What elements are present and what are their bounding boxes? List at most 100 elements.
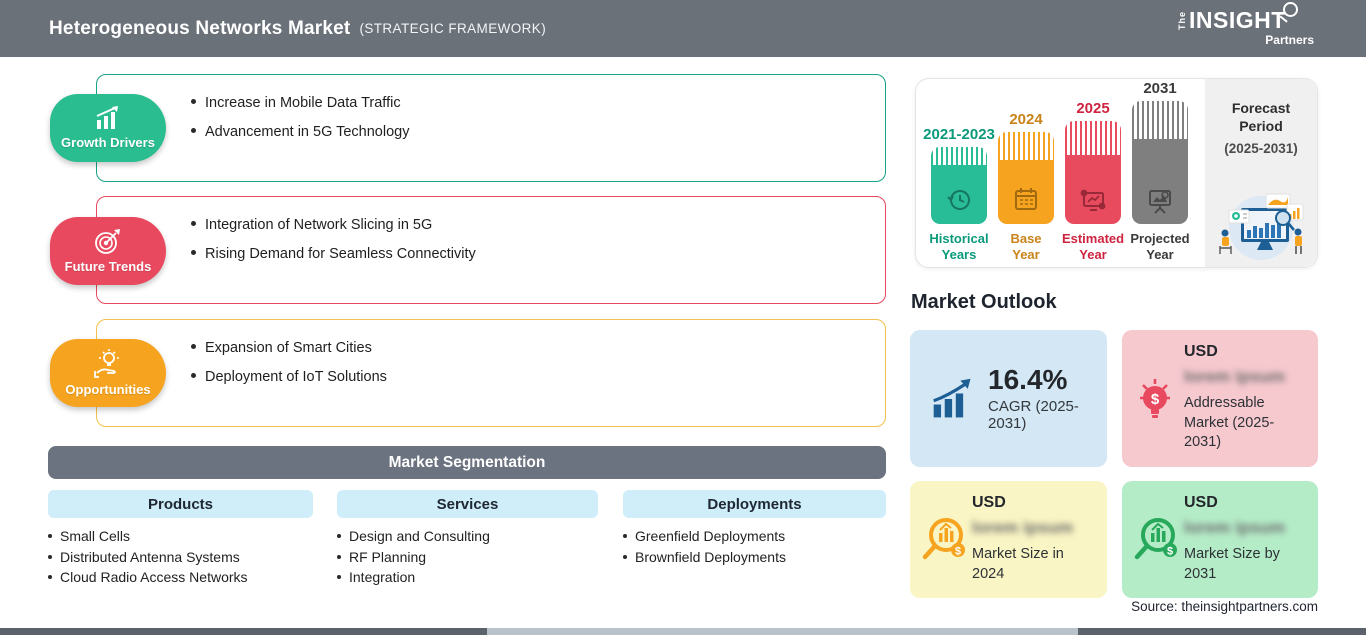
segment-header-products: Products [48,490,313,518]
svg-text:$: $ [1167,545,1173,557]
research-timeline-card: 2021-2023 Historical Years 2024 Base Yea… [915,78,1318,268]
timeline-estimated-year: 2025 Estimated Year [1061,79,1125,264]
bullet-icon [191,344,196,349]
list-item: Greenfield Deployments [623,526,786,547]
list-item: Cloud Radio Access Networks [48,567,248,588]
analytics-illustration [1219,193,1304,260]
bullet-icon [337,575,341,579]
svg-text:$: $ [1151,391,1160,408]
timeline-bar [931,147,987,224]
bullet-icon [48,554,52,559]
market-size-2024-card: $ USD lorem ipsum Market Size in 2024 [910,481,1107,598]
timeline-caption: Projected Year [1130,231,1190,263]
list-item: Distributed Antenna Systems [48,547,248,568]
card-caption: Addressable Market (2025-2031) [1184,395,1275,451]
cagr-caption: CAGR (2025-2031) [988,398,1079,433]
list-item: Deployment of IoT Solutions [191,369,865,385]
timeline-caption: Base Year [1010,231,1042,263]
bottom-strip-middle [487,628,1078,635]
timeline-bar [1065,121,1121,224]
projection-screen-icon [1149,190,1171,214]
bar-chart-rising-icon [96,106,118,129]
timeline-year-label: 2025 [1076,100,1110,117]
list-item: RF Planning [337,547,490,568]
list-item: Increase in Mobile Data Traffic [191,95,865,111]
forecast-range: (2025-2031) [1224,141,1298,157]
timeline-year-label: 2024 [1009,111,1043,128]
list-item: Advancement in 5G Technology [191,124,865,140]
growth-drivers-badge: Growth Drivers [50,94,166,162]
forecast-label: Forecast Period [1231,100,1291,135]
list-item: Integration [337,567,490,588]
clock-history-icon [947,190,970,210]
source-attribution: Source: theinsightpartners.com [1131,599,1318,614]
card-caption: Market Size by 2031 [1184,546,1280,582]
list-item: Integration of Network Slicing in 5G [191,217,865,233]
hand-lightbulb-icon [94,349,119,378]
magnifier-chart-icon: $ [1134,517,1177,559]
timeline-year-label: 2031 [1143,80,1177,97]
bullet-icon [191,128,196,133]
list-item: Rising Demand for Seamless Connectivity [191,246,865,262]
timeline-bar [998,132,1054,224]
card-caption: Market Size in 2024 [972,546,1064,582]
currency-label: USD [1184,494,1218,511]
svg-text:$: $ [955,545,961,557]
products-list: Small Cells Distributed Antenna Systems … [48,526,248,588]
gear-chart-icon [1080,189,1106,211]
market-outlook-title: Market Outlook [911,291,1057,313]
market-size-2031-card: $ USD lorem ipsum Market Size by 2031 [1122,481,1318,598]
services-list: Design and Consulting RF Planning Integr… [337,526,490,588]
opportunities-badge: Opportunities [50,339,166,407]
bottom-strip-right [1078,628,1366,635]
list-item: Brownfield Deployments [623,547,786,568]
logo-the-text: The [1177,10,1187,30]
bullet-icon [191,221,196,226]
timeline-historical-years: 2021-2023 Historical Years [923,79,995,264]
deployments-list: Greenfield Deployments Brownfield Deploy… [623,526,786,567]
bottom-strip-left [0,628,487,635]
calendar-icon [1015,188,1037,210]
growth-chart-icon [933,378,971,417]
badge-label: Opportunities [65,382,151,397]
bulb-dollar-icon: $ [1140,378,1170,418]
segmentation-title: Market Segmentation [388,453,546,471]
page-subtitle: (STRATEGIC FRAMEWORK) [359,21,547,36]
timeline-caption: Estimated Year [1061,231,1125,263]
timeline-caption: Historical Years [929,231,989,263]
bullet-icon [337,534,341,538]
logo-partners-text: Partners [1265,33,1314,47]
badge-label: Growth Drivers [61,135,155,150]
future-trends-badge: Future Trends [50,217,166,285]
timeline-projected-year: 2031 Projected Year [1130,79,1190,264]
bullet-icon [191,99,196,104]
opportunities-box: Expansion of Smart Cities Deployment of … [96,319,886,427]
blurred-value: lorem ipsum [972,518,1074,537]
bullet-icon [623,554,627,559]
currency-label: USD [972,494,1006,511]
bullet-icon [337,554,341,559]
list-item: Small Cells [48,526,248,547]
future-trends-box: Integration of Network Slicing in 5G Ris… [96,196,886,304]
segment-header-services: Services [337,490,598,518]
target-dart-icon [95,229,120,254]
cagr-value: 16.4% [988,363,1068,395]
currency-label: USD [1184,343,1218,360]
blurred-value: lorem ipsum [1184,518,1286,537]
list-item: Design and Consulting [337,526,490,547]
badge-label: Future Trends [64,259,152,274]
bullet-icon [48,534,52,538]
bullet-icon [48,575,52,579]
blurred-value: lorem ipsum [1184,367,1286,386]
market-segmentation-bar: Market Segmentation [48,446,886,479]
cagr-card: 16.4% CAGR (2025-2031) [910,330,1107,467]
timeline-bar [1132,101,1188,224]
growth-drivers-box: Increase in Mobile Data Traffic Advancem… [96,74,886,182]
insight-partners-logo: The INSIGHT Partners [1177,2,1314,47]
page-title: Heterogeneous Networks Market [49,17,351,39]
bullet-icon [191,250,196,255]
logo-insight-text: INSIGHT [1189,2,1298,32]
timeline-base-year: 2024 Base Year [997,79,1055,264]
header-bar: Heterogeneous Networks Market (STRATEGIC… [0,0,1366,57]
addressable-market-card: $ USD lorem ipsum Addressable Market (20… [1122,330,1318,467]
